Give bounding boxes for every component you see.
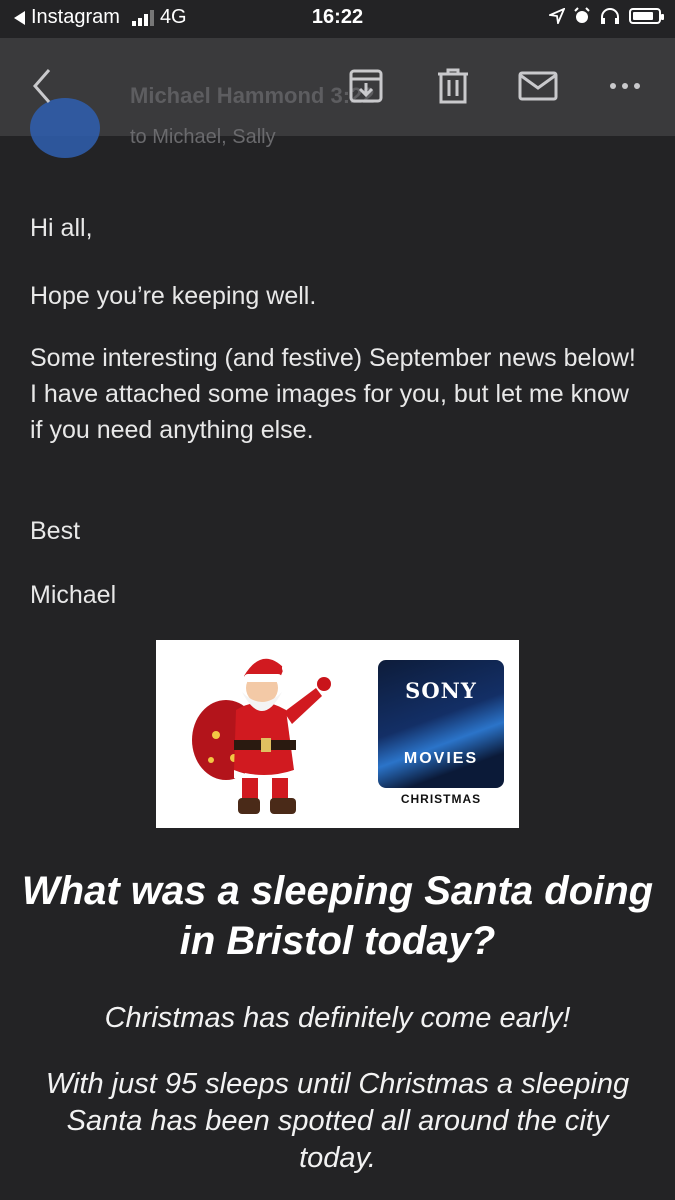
more-options-button[interactable] [604,66,646,106]
news-paragraph: Some interesting (and festive) September… [30,344,636,444]
santa-sony-banner[interactable]: SONY MOVIES CHRISTMAS [156,640,519,828]
sender-name-text: Michael Hammond [130,83,325,108]
signature: Michael [30,581,117,609]
logo-sony-text: SONY [405,678,477,703]
more-icon [610,83,640,89]
delete-button[interactable] [433,66,473,106]
battery-icon [629,8,664,24]
email-toolbar: Michael Hammond 3:22 to Michael, Sally [0,38,675,158]
sender-avatar [30,98,100,158]
status-icons [549,7,664,25]
sender-name: Michael Hammond 3:22 [130,83,375,109]
santa-illustration [192,658,331,814]
back-icon [33,69,51,103]
hope-line: Hope you’re keeping well. [30,282,317,310]
mail-button[interactable] [517,66,559,106]
headphones-icon [601,8,619,24]
back-button[interactable] [22,66,62,106]
status-bar: Instagram 4G 16:22 [0,0,675,38]
recipients: to Michael, Sally [130,126,276,148]
article-body: With just 95 sleeps until Christmas a sl… [45,1068,630,1174]
location-icon [549,8,565,24]
logo-christmas-text: CHRISTMAS [400,792,482,806]
archive-button[interactable] [346,66,386,106]
trash-icon [438,68,468,104]
sony-movies-logo: SONY MOVIES [378,660,504,788]
article-subhead: Christmas has definitely come early! [104,1002,571,1034]
article-headline: What was a sleeping Santa doing in Brist… [21,869,654,963]
archive-icon [349,69,383,103]
greeting: Hi all, [30,214,93,242]
signoff: Best [30,517,81,545]
logo-movies-text: MOVIES [403,750,479,767]
mail-icon [518,71,558,101]
alarm-icon [574,7,590,23]
